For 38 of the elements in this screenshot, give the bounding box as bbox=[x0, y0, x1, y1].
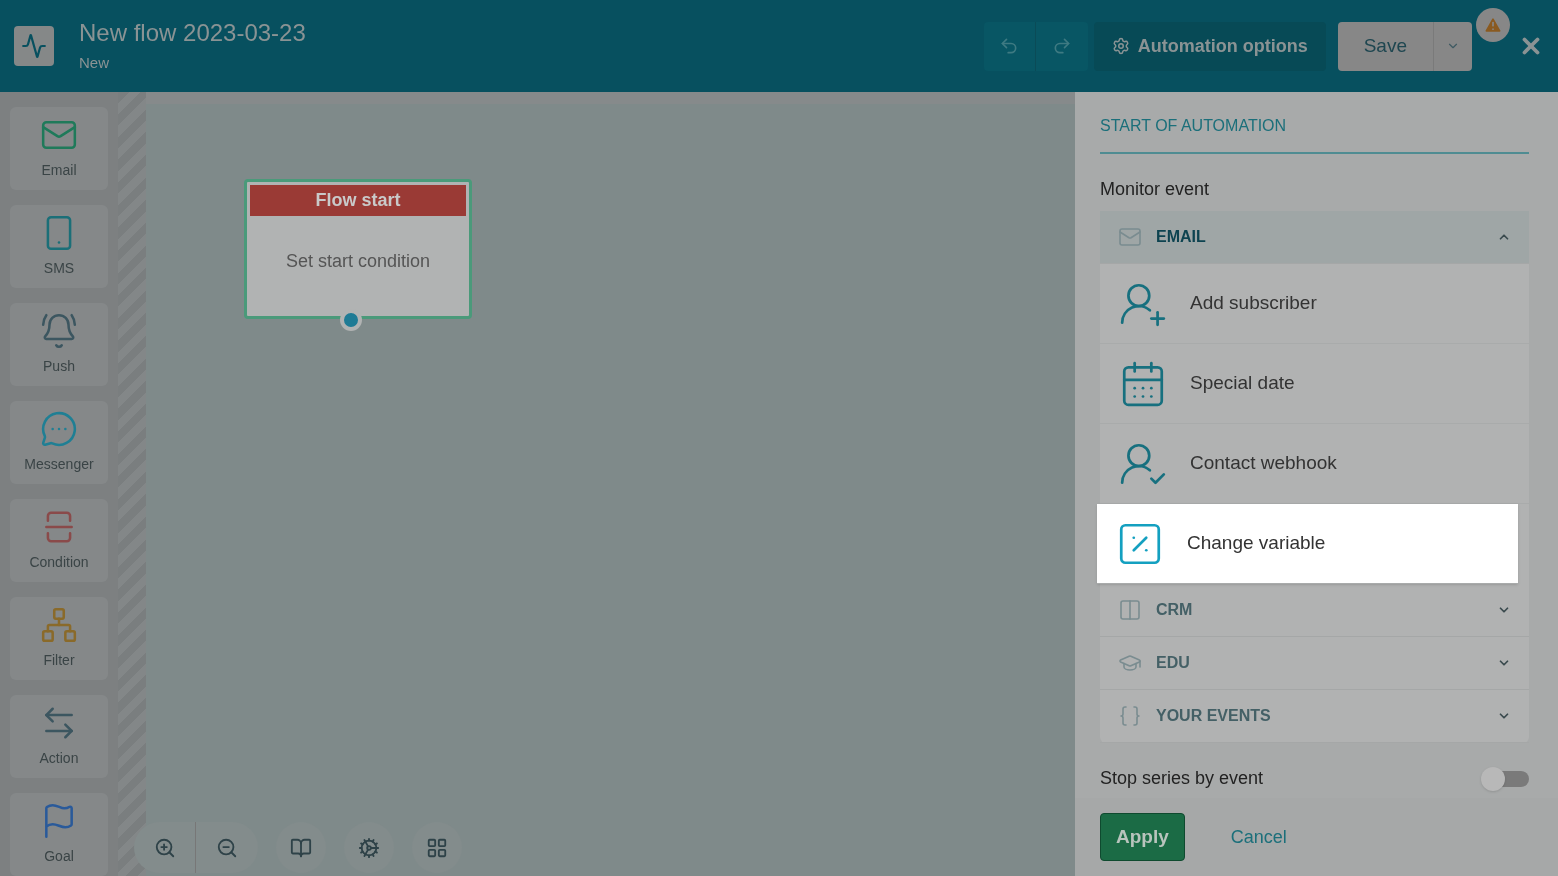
monitor-event-label: Monitor event bbox=[1100, 178, 1211, 201]
columns-icon bbox=[1118, 598, 1142, 622]
braces-icon bbox=[1118, 704, 1142, 728]
node-condition-text: Set start condition bbox=[284, 250, 432, 273]
settings-icon bbox=[1111, 37, 1130, 55]
flow-status: New bbox=[79, 52, 110, 73]
zoom-in-icon bbox=[153, 836, 176, 859]
warning-badge-icon bbox=[1476, 7, 1510, 42]
event-group-header[interactable]: EMAIL bbox=[1100, 211, 1529, 264]
envelope-icon bbox=[1118, 225, 1142, 249]
grid-icon bbox=[426, 836, 448, 859]
palette-tile[interactable]: Action bbox=[10, 695, 108, 778]
palette-tile[interactable]: Condition bbox=[10, 499, 108, 582]
save-button[interactable]: Save bbox=[1337, 21, 1434, 71]
automation-options-button[interactable]: Automation options bbox=[1093, 21, 1326, 71]
logo-icon bbox=[14, 26, 54, 66]
palette-tile[interactable]: Push bbox=[10, 303, 108, 386]
stop-series-label: Stop series by event bbox=[1100, 767, 1264, 790]
node-title: Flow start bbox=[250, 185, 466, 216]
palette-tile[interactable]: Messenger bbox=[10, 401, 108, 484]
palette-tile[interactable]: SMS bbox=[10, 205, 108, 288]
palette-tile[interactable]: Goal bbox=[10, 793, 108, 876]
event-option[interactable]: Change variable bbox=[1097, 504, 1518, 584]
cancel-link[interactable]: Cancel bbox=[1230, 823, 1287, 851]
section-title: START OF AUTOMATION bbox=[1100, 114, 1529, 154]
apply-button[interactable]: Apply bbox=[1100, 813, 1185, 861]
flow-start-node[interactable]: Flow start Set start condition bbox=[244, 179, 472, 319]
palette-tile[interactable]: Filter bbox=[10, 597, 108, 680]
zoom-out-icon bbox=[216, 836, 238, 859]
flow-title: New flow 2023-03-23 bbox=[79, 17, 306, 48]
event-option[interactable]: Add subscriber bbox=[1100, 264, 1529, 344]
event-group-header[interactable]: YOUR EVENTS bbox=[1100, 690, 1529, 743]
event-group-header[interactable]: EDU bbox=[1100, 637, 1529, 690]
event-option[interactable]: Special date bbox=[1100, 344, 1529, 424]
event-group-header[interactable]: CRM bbox=[1100, 584, 1529, 637]
settings-icon bbox=[358, 836, 380, 859]
palette-tile[interactable]: Email bbox=[10, 107, 108, 190]
book-icon bbox=[290, 836, 312, 859]
